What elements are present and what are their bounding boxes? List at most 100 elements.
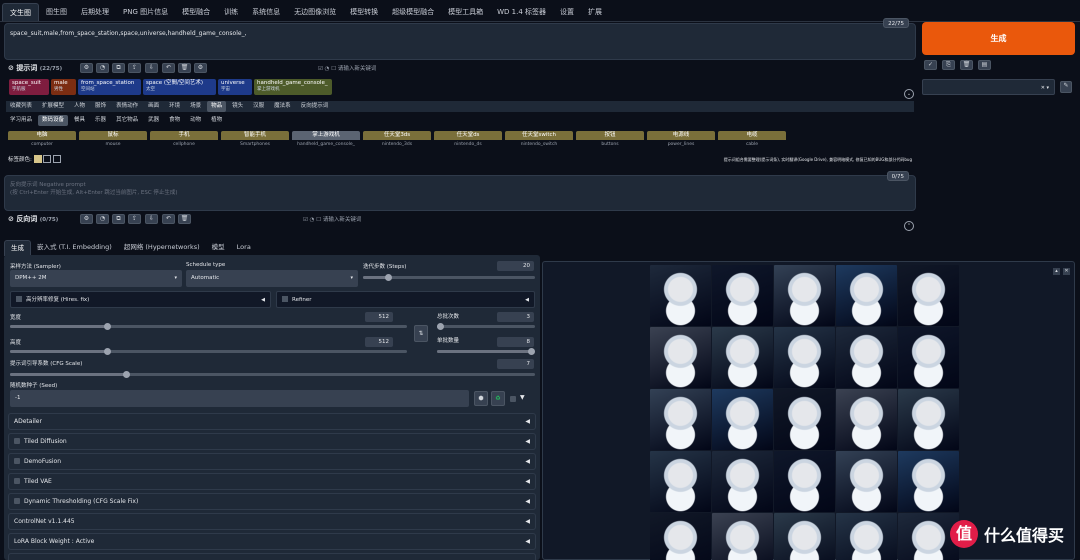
- trash-icon[interactable]: 🗑: [960, 60, 973, 70]
- gallery-thumbnail[interactable]: [836, 327, 897, 388]
- extra-seed-toggle-icon[interactable]: ▼: [520, 394, 525, 401]
- slider-knob[interactable]: [104, 348, 111, 355]
- slider-knob[interactable]: [437, 323, 444, 330]
- settings-icon[interactable]: ⚙: [80, 214, 93, 224]
- category-tab[interactable]: 收藏列表: [6, 101, 36, 112]
- clipboard-icon[interactable]: ▤: [978, 60, 991, 70]
- tab-settings[interactable]: 设置: [553, 3, 581, 21]
- gallery-thumbnail[interactable]: [712, 265, 773, 326]
- category-tab[interactable]: 魔法系: [270, 101, 295, 112]
- gallery-thumbnail[interactable]: [836, 389, 897, 450]
- dice-icon[interactable]: ⬢: [474, 391, 488, 406]
- subcategory-tab[interactable]: 数码设备: [38, 115, 69, 126]
- category-tab[interactable]: 汉服: [249, 101, 268, 112]
- gallery-thumbnail[interactable]: [836, 513, 897, 560]
- tag-chip[interactable]: universe 宇宙: [218, 79, 252, 95]
- category-tab[interactable]: 场景: [186, 101, 205, 112]
- tab-hypernetworks[interactable]: 超网络 (Hypernetworks): [118, 240, 206, 256]
- history-icon[interactable]: ◔: [96, 214, 109, 224]
- slider-knob[interactable]: [528, 348, 535, 355]
- tab-checkpoint-merger[interactable]: 模型融合: [175, 3, 217, 21]
- tab-extensions[interactable]: 扩展: [581, 3, 609, 21]
- tab-model-toolkit[interactable]: 模型工具箱: [441, 3, 490, 21]
- gallery-thumbnail[interactable]: [712, 389, 773, 450]
- tab-png-info[interactable]: PNG 图片信息: [116, 3, 175, 21]
- tiled-vae-accordion[interactable]: Tiled VAE ◀: [8, 473, 536, 490]
- recycle-icon[interactable]: ♻: [491, 391, 505, 406]
- history-icon[interactable]: ◔: [96, 63, 109, 73]
- batch-count-input[interactable]: 3: [497, 312, 534, 322]
- gallery-thumbnail[interactable]: [836, 451, 897, 512]
- tab-lora[interactable]: Lora: [231, 240, 257, 256]
- subcategory-tab[interactable]: 武器: [144, 115, 163, 126]
- export-icon[interactable]: ⇪: [128, 63, 141, 73]
- category-tab[interactable]: 表情动作: [112, 101, 142, 112]
- export-icon[interactable]: ⇪: [128, 214, 141, 224]
- import-icon[interactable]: ⇩: [145, 214, 158, 224]
- gallery-thumbnail[interactable]: [650, 389, 711, 450]
- collapse-icon[interactable]: ⌃: [904, 221, 914, 231]
- subcategory-tab[interactable]: 其它物品: [112, 115, 142, 126]
- import-icon[interactable]: ⇩: [145, 63, 158, 73]
- gallery-thumbnail[interactable]: [650, 265, 711, 326]
- undo-icon[interactable]: ↶: [162, 63, 175, 73]
- keyword-button[interactable]: 任天堂switch nintendo_switch: [505, 131, 573, 149]
- tab-super-merger[interactable]: 超级模型融合: [385, 3, 441, 21]
- tag-chip[interactable]: male 男性: [51, 79, 76, 95]
- category-tab[interactable]: 物品: [207, 101, 227, 112]
- tag-chip[interactable]: from_space_station 空间站: [78, 79, 141, 95]
- keyword-button[interactable]: 掌上游戏机 handheld_game_console_: [292, 131, 360, 149]
- gear-icon[interactable]: ⚙: [194, 63, 207, 73]
- apply-styles-icon[interactable]: ✓: [924, 60, 937, 70]
- gallery-thumbnail[interactable]: [774, 327, 835, 388]
- settings-icon[interactable]: ⚙: [80, 63, 93, 73]
- batch-count-slider[interactable]: [437, 323, 535, 330]
- color-picker-icon[interactable]: [43, 155, 52, 163]
- delete-icon[interactable]: 🗑: [178, 214, 191, 224]
- negative-prompt-input[interactable]: 反向提示词 Negative prompt (按 Ctrl+Enter 开始生成…: [4, 171, 916, 211]
- close-icon[interactable]: ✕: [1063, 268, 1070, 275]
- subcategory-tab[interactable]: 植物: [207, 115, 226, 126]
- subcategory-tab[interactable]: 乐器: [91, 115, 110, 126]
- tab-extras[interactable]: 后期处理: [74, 3, 116, 21]
- extra-seed-checkbox[interactable]: [510, 396, 516, 402]
- gallery-thumbnail[interactable]: [898, 265, 959, 326]
- collapse-icon[interactable]: ⌄: [904, 89, 914, 99]
- steps-input[interactable]: 20: [497, 261, 534, 271]
- subcategory-tab[interactable]: 食物: [165, 115, 184, 126]
- category-tab[interactable]: 画面: [144, 101, 163, 112]
- cfg-input[interactable]: 7: [497, 359, 534, 369]
- swap-dimensions-button[interactable]: ⇅: [414, 325, 428, 342]
- tag-chip[interactable]: space_suit 宇航服: [9, 79, 49, 95]
- keyword-button[interactable]: 按钮 buttons: [576, 131, 644, 149]
- copy-icon[interactable]: ⧉: [112, 63, 125, 73]
- tab-checkpoints[interactable]: 模型: [206, 240, 231, 256]
- new-keyword-input[interactable]: ☑ ◔ ☐ 请输入新关键词: [303, 215, 361, 223]
- tab-model-converter[interactable]: 模型转换: [343, 3, 385, 21]
- hires-fix-toggle[interactable]: 高分辨率修复 (Hires. fix) ◀: [10, 291, 271, 308]
- positive-prompt-input[interactable]: space_suit,male,from_space_station,space…: [4, 18, 916, 60]
- steps-slider[interactable]: [363, 274, 535, 281]
- keyword-button[interactable]: 电源线 power_lines: [647, 131, 715, 149]
- keyword-button[interactable]: 电脑 computer: [8, 131, 76, 149]
- category-tab[interactable]: 环境: [165, 101, 184, 112]
- tag-chip[interactable]: space (空間/空间艺术) 太空: [143, 79, 216, 95]
- subcategory-tab[interactable]: 动物: [186, 115, 205, 126]
- gallery-thumbnail[interactable]: [650, 513, 711, 560]
- tiled-diffusion-accordion[interactable]: Tiled Diffusion ◀: [8, 433, 536, 450]
- keyword-button[interactable]: 鼠标 mouse: [79, 131, 147, 149]
- edit-styles-icon[interactable]: ✎: [1060, 81, 1072, 93]
- demofusion-accordion[interactable]: DemoFusion ◀: [8, 453, 536, 470]
- keyword-button[interactable]: 电缆 cable: [718, 131, 786, 149]
- keyword-button[interactable]: 任天堂3ds nintendo_3ds: [363, 131, 431, 149]
- copy-icon[interactable]: ⧉: [112, 214, 125, 224]
- subcategory-tab[interactable]: 学习用品: [6, 115, 36, 126]
- dynamic-thresholding-accordion[interactable]: Dynamic Thresholding (CFG Scale Fix) ◀: [8, 493, 536, 510]
- gallery-thumbnail[interactable]: [712, 327, 773, 388]
- slider-knob[interactable]: [385, 274, 392, 281]
- paste-icon[interactable]: ⎘: [942, 60, 955, 70]
- gallery-thumbnail[interactable]: [774, 389, 835, 450]
- subcategory-tab[interactable]: 餐具: [70, 115, 89, 126]
- lora-block-weight-accordion[interactable]: LoRA Block Weight : Active ◀: [8, 533, 536, 550]
- generate-button[interactable]: 生成: [922, 22, 1075, 55]
